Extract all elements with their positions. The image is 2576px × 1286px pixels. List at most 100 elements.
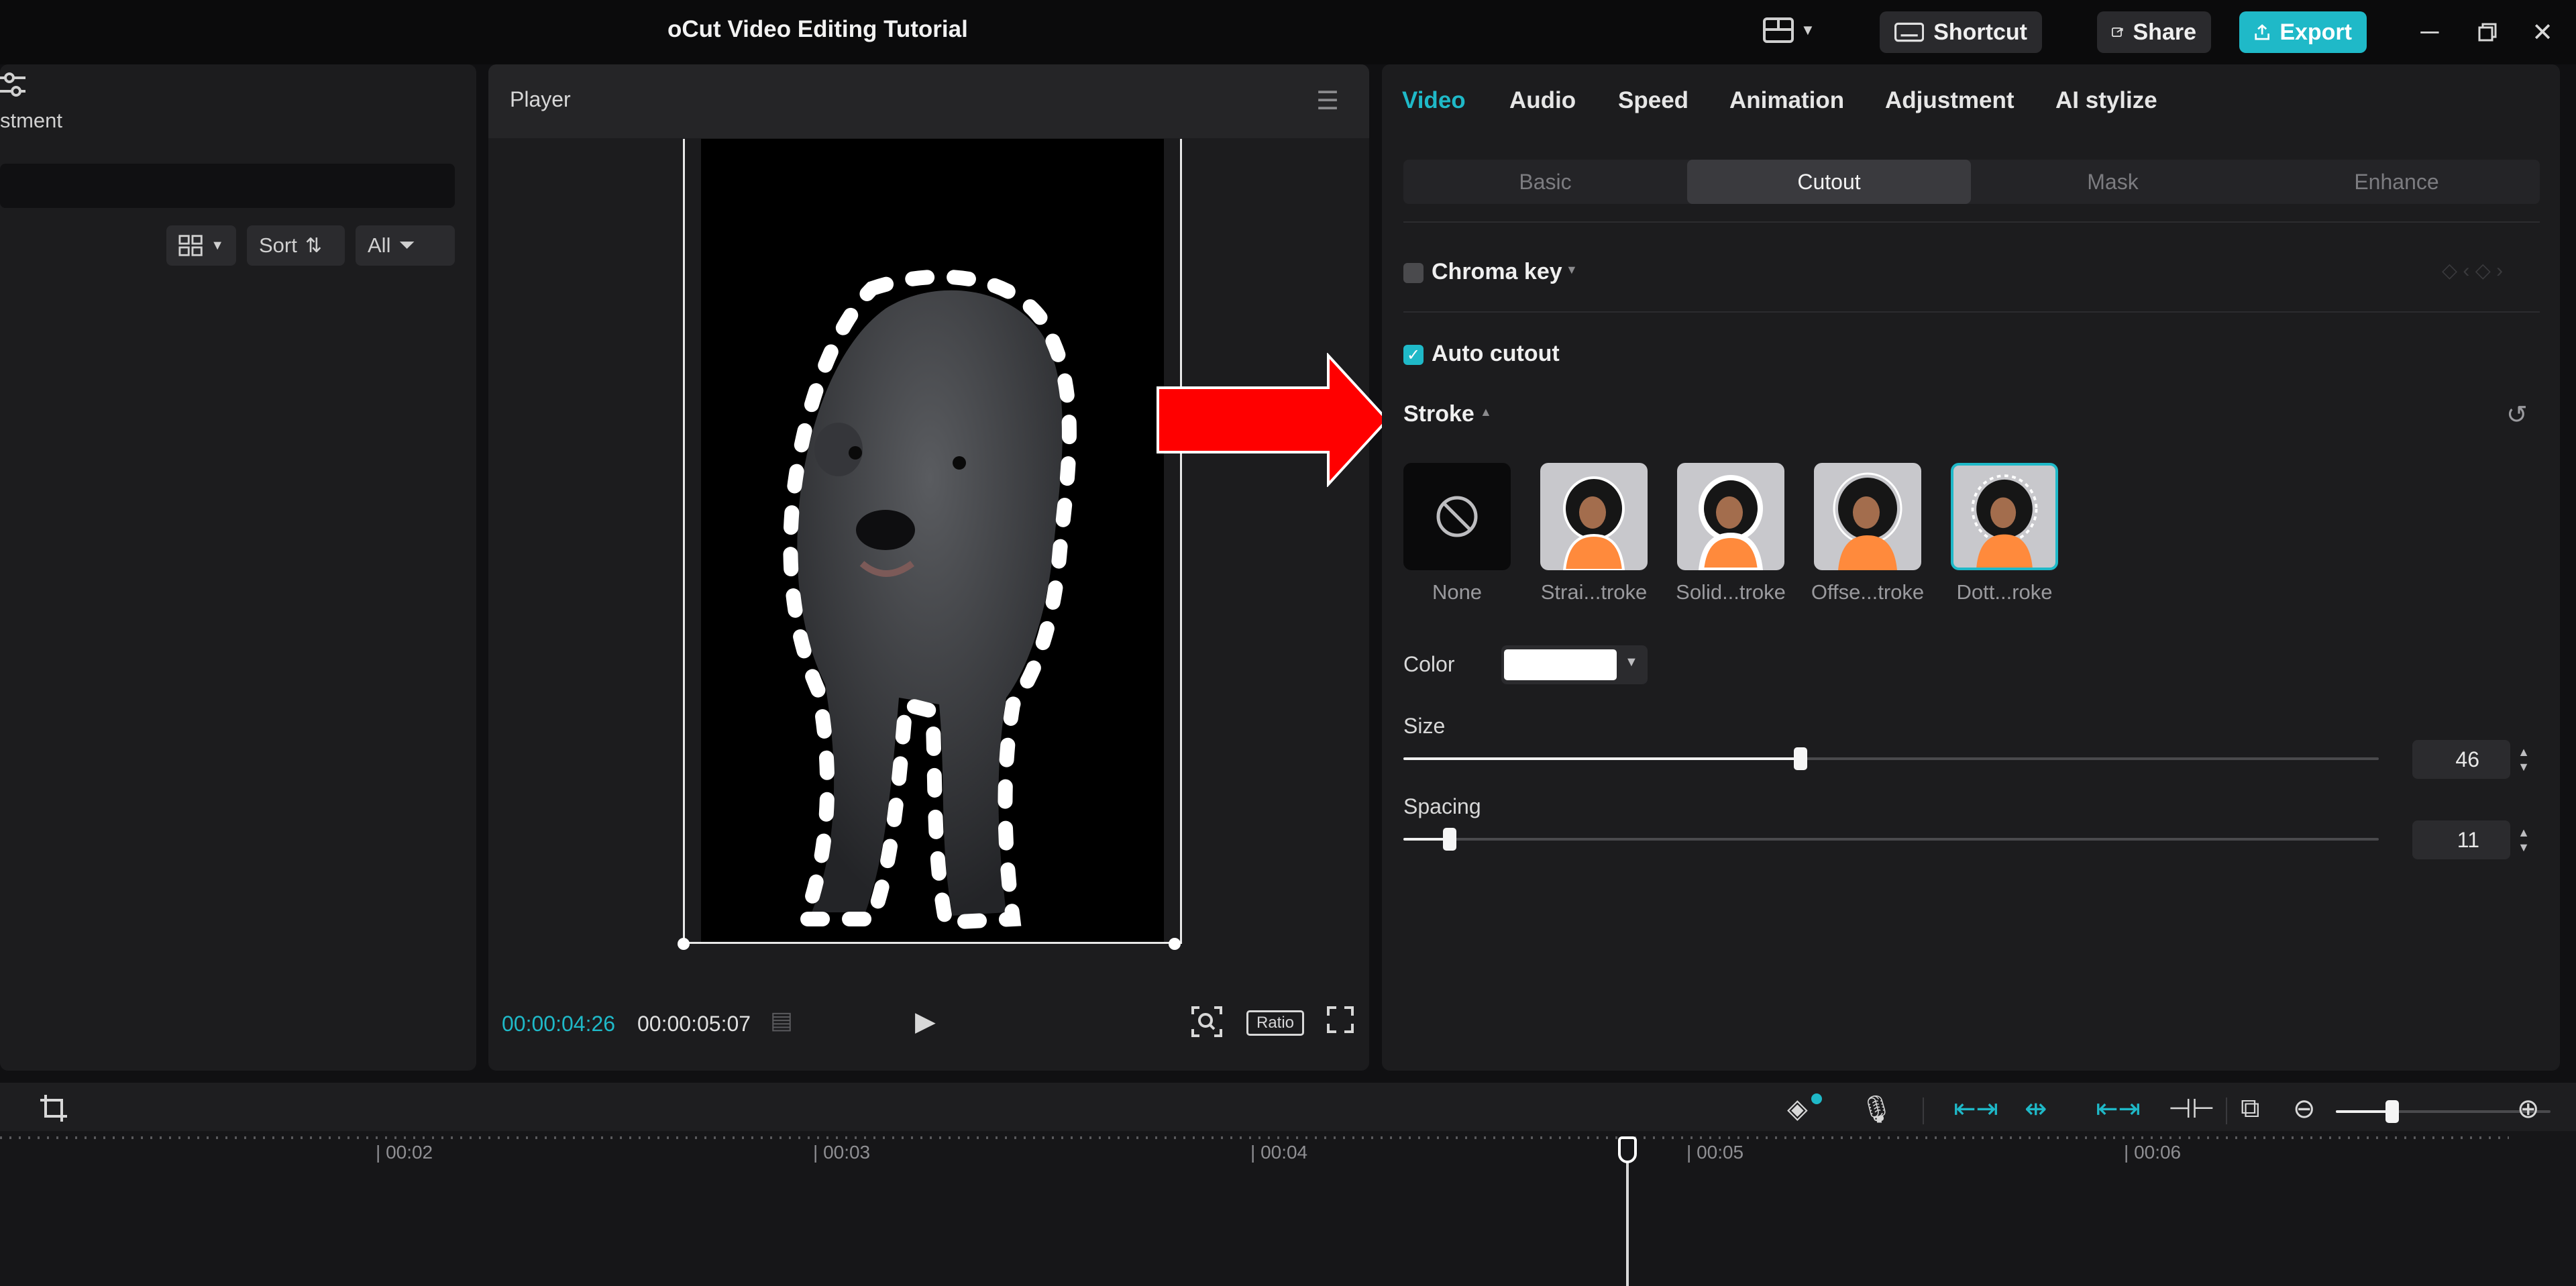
woman-thumbnail-icon <box>1833 472 1902 570</box>
adjustment-icon[interactable] <box>0 70 27 103</box>
chevron-down-icon[interactable]: ▼ <box>1566 263 1578 277</box>
restore-icon[interactable] <box>2469 15 2506 50</box>
dog-cutout-image <box>783 269 1077 930</box>
microphone-icon[interactable]: 🎙 <box>1860 1093 1894 1125</box>
export-label: Export <box>2279 19 2352 45</box>
sort-label: Sort <box>259 233 297 257</box>
stroke-preset-dotted[interactable] <box>1951 463 2058 570</box>
auto-cutout-checkbox[interactable]: ✓ <box>1403 345 1424 365</box>
spacing-value: 11 <box>2457 827 2479 852</box>
fullscreen-icon[interactable] <box>1327 1006 1354 1039</box>
chroma-key-checkbox[interactable] <box>1403 263 1424 283</box>
tab-adjustment[interactable]: Adjustment <box>1885 87 2015 114</box>
tab-audio[interactable]: Audio <box>1509 87 1576 114</box>
divider <box>2226 1097 2227 1124</box>
notification-dot <box>1811 1093 1822 1104</box>
size-input[interactable]: 46 <box>2412 740 2510 779</box>
none-icon <box>1436 496 1478 537</box>
keyframe-nav-icon: ◇ ‹ ◇ › <box>2442 260 2504 282</box>
tab-video[interactable]: Video <box>1402 87 1466 114</box>
view-mode-button[interactable]: ▼ <box>166 225 236 266</box>
stroke-preset-label: None <box>1432 580 1483 604</box>
media-search-input[interactable] <box>0 164 455 208</box>
size-value: 46 <box>2455 747 2479 771</box>
ratio-label: Ratio <box>1256 1014 1295 1032</box>
playhead-handle[interactable] <box>1618 1136 1637 1163</box>
ruler-tick: | 00:02 <box>376 1142 433 1163</box>
slider-knob[interactable] <box>2385 1100 2399 1123</box>
stroke-preset-label: Solid...troke <box>1676 580 1786 604</box>
chroma-key-label[interactable]: Chroma key <box>1432 259 1562 285</box>
window-title: oCut Video Editing Tutorial <box>667 16 968 42</box>
minimize-icon[interactable]: ─ <box>2411 15 2449 50</box>
chevron-down-icon: ▼ <box>1801 21 1815 38</box>
subtab-mask[interactable]: Mask <box>1971 160 2255 204</box>
zoom-fit-icon[interactable] <box>1191 1006 1222 1043</box>
reset-icon[interactable]: ↺ <box>2506 400 2528 430</box>
woman-thumbnail-icon <box>1562 476 1625 570</box>
color-label: Color <box>1403 652 1455 676</box>
adjustment-tab-label[interactable]: stment <box>0 109 62 133</box>
close-icon[interactable]: ✕ <box>2524 15 2561 50</box>
ratio-button[interactable]: Ratio <box>1246 1010 1304 1036</box>
tab-speed[interactable]: Speed <box>1618 87 1688 114</box>
play-icon[interactable]: ▶ <box>915 1006 936 1037</box>
preview-axis-icon[interactable]: ⧉ <box>2241 1093 2260 1124</box>
subtab-basic[interactable]: Basic <box>1403 160 1687 204</box>
zoom-out-icon[interactable]: ⊖ <box>2293 1093 2316 1124</box>
filter-button[interactable]: All ⏷ <box>356 225 455 266</box>
chevron-down-icon: ▼ <box>211 237 224 253</box>
sort-button[interactable]: Sort ⇅ <box>247 225 345 266</box>
share-icon <box>2112 28 2123 37</box>
auto-cutout-label[interactable]: Auto cutout <box>1432 341 1560 367</box>
ai-effect-icon[interactable]: ◈ <box>1787 1093 1822 1124</box>
layout-icon[interactable]: ▼ <box>1763 17 1815 43</box>
menu-icon[interactable]: ☰ <box>1316 86 1339 116</box>
shortcut-label: Shortcut <box>1933 19 2027 45</box>
zoom-in-icon[interactable]: ⊕ <box>2517 1093 2540 1124</box>
chevron-up-icon[interactable]: ▲ <box>1480 405 1492 419</box>
tab-animation[interactable]: Animation <box>1729 87 1844 114</box>
size-label: Size <box>1403 714 1446 738</box>
linkage-icon[interactable]: ⇤⇥ <box>2096 1093 2141 1124</box>
color-picker[interactable]: ▼ <box>1501 645 1648 684</box>
stroke-preset-solid[interactable] <box>1677 463 1784 570</box>
export-button[interactable]: Export <box>2239 11 2367 53</box>
subtab-cutout[interactable]: Cutout <box>1687 160 1971 204</box>
spacing-input[interactable]: 11 <box>2412 820 2510 859</box>
timeline-ruler[interactable] <box>0 1136 2509 1139</box>
stroke-preset-straight[interactable] <box>1540 463 1648 570</box>
color-swatch <box>1504 649 1617 680</box>
divider <box>1923 1097 1924 1124</box>
total-timecode: 00:00:05:07 <box>637 1012 751 1036</box>
ruler-tick: | 00:04 <box>1250 1142 1308 1163</box>
size-stepper[interactable]: ▲ ▼ <box>2510 740 2537 779</box>
resize-handle[interactable] <box>1169 938 1181 950</box>
auto-snap-icon[interactable]: ⇹ <box>2025 1093 2047 1124</box>
crop-icon[interactable] <box>39 1093 68 1130</box>
size-slider[interactable] <box>1403 747 2379 770</box>
slider-knob[interactable] <box>1443 828 1456 851</box>
tab-ai-stylize[interactable]: AI stylize <box>2055 87 2157 114</box>
stroke-preset-offset[interactable] <box>1814 463 1921 570</box>
spacing-label: Spacing <box>1403 794 1481 818</box>
annotation-arrow <box>1157 353 1389 487</box>
woman-thumbnail-icon <box>1971 474 2038 568</box>
share-button[interactable]: Share <box>2097 11 2211 53</box>
resize-handle[interactable] <box>678 938 690 950</box>
stroke-preset-none[interactable] <box>1403 463 1511 570</box>
divider <box>1403 221 2540 223</box>
player-header <box>488 64 1369 138</box>
timeline-grid-icon[interactable]: ▤ <box>770 1006 793 1034</box>
stroke-preset-label: Dott...roke <box>1956 580 2053 604</box>
slider-knob[interactable] <box>1794 747 1807 770</box>
shortcut-button[interactable]: Shortcut <box>1880 11 2042 53</box>
subtab-enhance[interactable]: Enhance <box>2255 160 2538 204</box>
split-icon[interactable]: ⊣⊢ <box>2168 1093 2215 1124</box>
spacing-slider[interactable] <box>1403 828 2379 851</box>
share-label: Share <box>2133 19 2197 45</box>
stroke-label[interactable]: Stroke <box>1403 401 1474 427</box>
spacing-stepper[interactable]: ▲ ▼ <box>2510 820 2537 859</box>
main-track-magnet-icon[interactable]: ⇤⇥ <box>1953 1093 1998 1124</box>
export-icon <box>2255 24 2269 40</box>
